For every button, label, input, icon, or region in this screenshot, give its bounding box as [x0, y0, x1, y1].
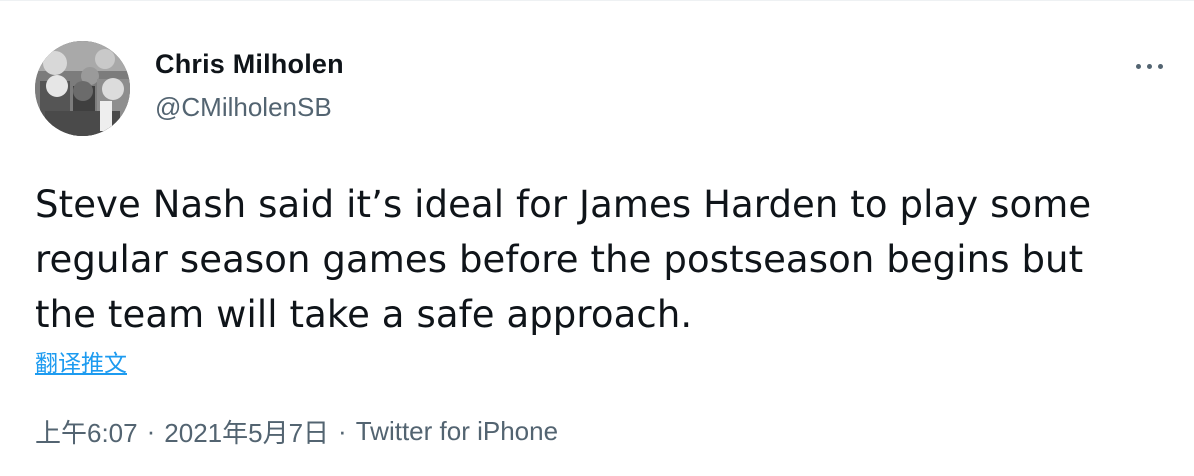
author-display-name[interactable]: Chris Milholen	[155, 49, 344, 80]
tweet-source[interactable]: Twitter for iPhone	[356, 416, 558, 447]
more-options-icon-dot	[1146, 63, 1152, 69]
meta-separator: ·	[338, 416, 347, 446]
tweet-date[interactable]: 2021年5月7日	[164, 413, 329, 450]
tweet-time[interactable]: 上午6:07	[35, 413, 138, 450]
tweet-card: Chris Milholen @CMilholenSB Steve Nash s…	[0, 0, 1194, 476]
author-handle[interactable]: @CMilholenSB	[155, 92, 332, 123]
tweet-metadata: 上午6:07 · 2021年5月7日 · Twitter for iPhone	[35, 413, 558, 450]
meta-separator: ·	[146, 416, 156, 446]
more-options-button[interactable]	[1124, 51, 1174, 81]
translate-tweet-link[interactable]: 翻译推文	[35, 344, 127, 378]
more-options-icon	[1135, 63, 1141, 69]
avatar-photo-icon	[35, 41, 130, 136]
author-avatar[interactable]	[35, 41, 130, 136]
tweet-text: Steve Nash said it’s ideal for James Har…	[35, 183, 1092, 336]
more-options-icon-dot	[1157, 63, 1163, 69]
